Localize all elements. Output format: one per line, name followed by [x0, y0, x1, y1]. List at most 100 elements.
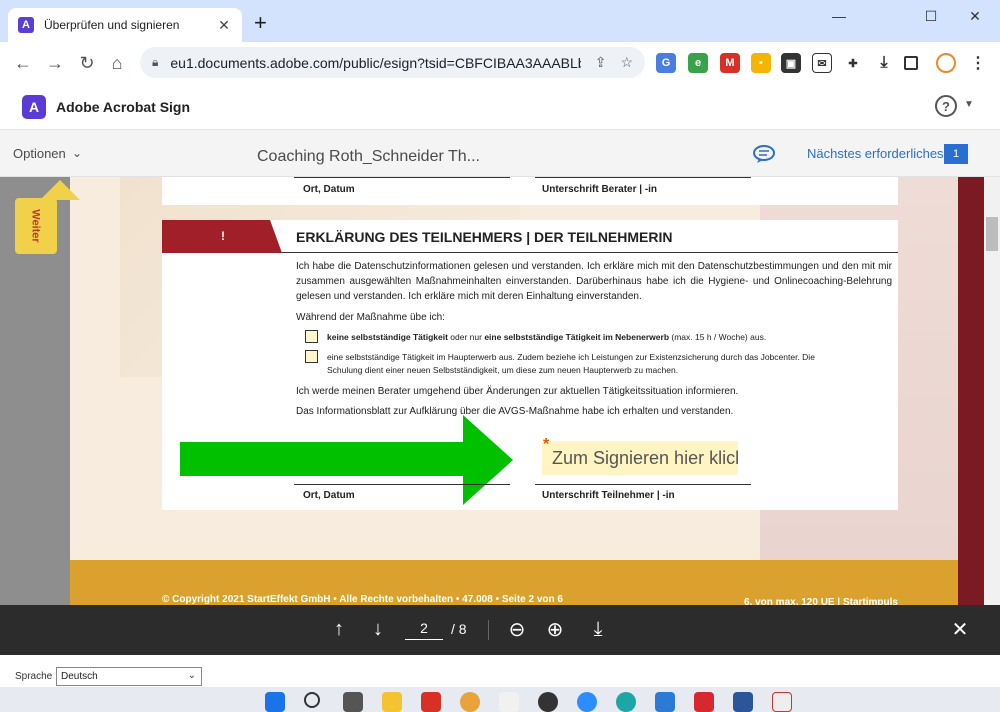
sidepanel-icon[interactable]: [904, 56, 918, 70]
chrome-taskbar-icon[interactable]: [460, 692, 480, 712]
window-close-button[interactable]: ✕: [952, 6, 998, 26]
app-name: Adobe Acrobat Sign: [56, 99, 191, 115]
required-marker: *: [543, 436, 550, 453]
previous-signature-block: [162, 177, 898, 205]
lock-icon: 🔒︎: [152, 55, 159, 69]
profile-avatar[interactable]: [936, 53, 956, 73]
chat-icon[interactable]: [752, 144, 776, 164]
gmail-extension-icon[interactable]: M: [720, 53, 740, 73]
page-total: / 8: [451, 621, 467, 637]
browser-tab[interactable]: A Überprüfen und signieren ✕: [8, 8, 242, 42]
green-arrow-shaft: [180, 442, 465, 476]
extensions-puzzle-icon[interactable]: ✚: [843, 53, 863, 73]
signature-line: [535, 177, 751, 178]
participant-signature-caption: Unterschrift Teilnehmer | -in: [542, 490, 675, 501]
help-icon[interactable]: ?: [935, 95, 957, 117]
download-icon[interactable]: ⤓: [874, 53, 894, 73]
next-page-icon[interactable]: ↓: [366, 617, 390, 641]
option1-bold-a: keine selbstständige Tätigkeit: [327, 332, 448, 342]
evernote-extension-icon[interactable]: e: [688, 53, 708, 73]
signature-field[interactable]: Zum Signieren hier klicken: [542, 441, 738, 475]
save-extension-icon[interactable]: ▣: [781, 53, 801, 73]
snipping-taskbar-icon[interactable]: [772, 692, 792, 712]
weiter-arrow-icon[interactable]: [40, 180, 80, 200]
share-icon[interactable]: ⇪: [595, 54, 607, 71]
tab-title: Überprüfen und signieren: [44, 18, 180, 32]
green-arrow-head: [463, 415, 513, 505]
info-sheet-paragraph: Das Informationsblatt zur Aufklärung übe…: [296, 406, 734, 417]
zoom-taskbar-icon[interactable]: [577, 692, 597, 712]
scrollbar-thumb[interactable]: [986, 217, 998, 251]
weiter-label: Weiter: [29, 209, 42, 243]
vpn-taskbar-icon[interactable]: [538, 692, 558, 712]
language-value: Deutsch: [61, 671, 98, 682]
download-document-icon[interactable]: ⤓: [586, 617, 610, 641]
signature-line: [535, 484, 751, 485]
option1-mid: oder nur: [447, 332, 485, 342]
place-date-caption: Ort, Datum: [303, 490, 355, 501]
close-viewer-icon[interactable]: ✕: [948, 617, 972, 641]
checkbox-no-self-employment[interactable]: [305, 330, 318, 343]
minimize-button[interactable]: —: [816, 6, 862, 26]
activity-intro: Während der Maßnahme übe ich:: [296, 312, 445, 323]
keep-extension-icon[interactable]: ▪: [751, 53, 771, 73]
exclamation-icon: !: [221, 229, 225, 243]
declaration-paragraph: Ich habe die Datenschutzinformationen ge…: [296, 261, 892, 302]
pager-divider: [488, 620, 489, 640]
advisor-signature-caption: Unterschrift Berater | -in: [542, 184, 658, 195]
chevron-down-icon[interactable]: ⌄: [72, 146, 82, 160]
checkbox-main-self-employment[interactable]: [305, 350, 318, 363]
signature-line: [294, 177, 510, 178]
option1-bold-b: eine selbstständige Tätigkeit im Nebener…: [484, 332, 670, 342]
acrobat-favicon-icon: A: [18, 17, 34, 33]
next-required-button[interactable]: Nächstes erforderliches: [807, 146, 944, 161]
change-notice-paragraph: Ich werde meinen Berater umgehend über Ä…: [296, 386, 739, 397]
weiter-button[interactable]: Weiter: [15, 198, 57, 254]
maximize-button[interactable]: ☐: [908, 6, 954, 26]
search-icon[interactable]: [304, 692, 320, 708]
options-menu-button[interactable]: Optionen: [13, 146, 66, 161]
section-divider: [282, 252, 898, 253]
signature-line: [294, 484, 510, 485]
place-date-caption: Ort, Datum: [303, 184, 355, 195]
task-view-icon[interactable]: [343, 692, 363, 712]
forward-icon[interactable]: →: [44, 52, 66, 74]
browser-menu-icon[interactable]: ⋮: [968, 53, 988, 73]
section-title: ERKLÄRUNG DES TEILNEHMERS | DER TEILNEHM…: [296, 229, 673, 245]
page-navigation-bar: [0, 605, 1000, 655]
chevron-down-icon: ⌄: [187, 670, 196, 681]
option1-tail: (max. 15 h / Woche) aus.: [669, 332, 767, 342]
zoom-in-icon[interactable]: ⊕: [543, 617, 567, 641]
reload-icon[interactable]: ↻: [76, 52, 98, 74]
close-tab-icon[interactable]: ✕: [216, 17, 232, 34]
home-icon[interactable]: ⌂: [106, 52, 128, 74]
notepad-taskbar-icon[interactable]: [655, 692, 675, 712]
word-taskbar-icon[interactable]: [733, 692, 753, 712]
chevron-down-icon[interactable]: ▼: [964, 99, 974, 110]
option-no-self-employment: keine selbstständige Tätigkeit oder nur …: [327, 331, 817, 344]
zoom-out-icon[interactable]: ⊖: [505, 617, 529, 641]
acrobat-logo-icon: A: [22, 95, 46, 119]
start-icon[interactable]: [265, 692, 285, 712]
required-count-badge: 1: [944, 144, 968, 164]
page-edge-stripe: [958, 177, 984, 605]
page-number-input[interactable]: 2: [405, 620, 443, 640]
copyright-text: © Copyright 2021 StartEffekt GmbH • Alle…: [162, 594, 563, 605]
document-title: Coaching Roth_Schneider Th...: [257, 148, 480, 165]
bookmark-star-icon[interactable]: ☆: [620, 54, 633, 71]
option-main-self-employment: eine selbstständige Tätigkeit im Haupter…: [327, 352, 815, 375]
new-tab-button[interactable]: +: [254, 12, 267, 34]
language-label: Sprache: [15, 671, 53, 682]
file-explorer-icon[interactable]: [382, 692, 402, 712]
back-icon[interactable]: ←: [12, 52, 34, 74]
translate-extension-icon[interactable]: G: [656, 53, 676, 73]
gmail-taskbar-icon[interactable]: [421, 692, 441, 712]
url-text: eu1.documents.adobe.com/public/esign?tsi…: [170, 54, 581, 71]
language-select[interactable]: Deutsch ⌄: [56, 667, 202, 686]
address-bar[interactable]: 🔒︎ eu1.documents.adobe.com/public/esign?…: [140, 47, 645, 78]
acrobat-taskbar-icon[interactable]: [694, 692, 714, 712]
xmind-taskbar-icon[interactable]: [499, 692, 519, 712]
previous-page-icon[interactable]: ↑: [327, 617, 351, 641]
mail-extension-icon[interactable]: ✉: [812, 53, 832, 73]
edge-taskbar-icon[interactable]: [616, 692, 636, 712]
